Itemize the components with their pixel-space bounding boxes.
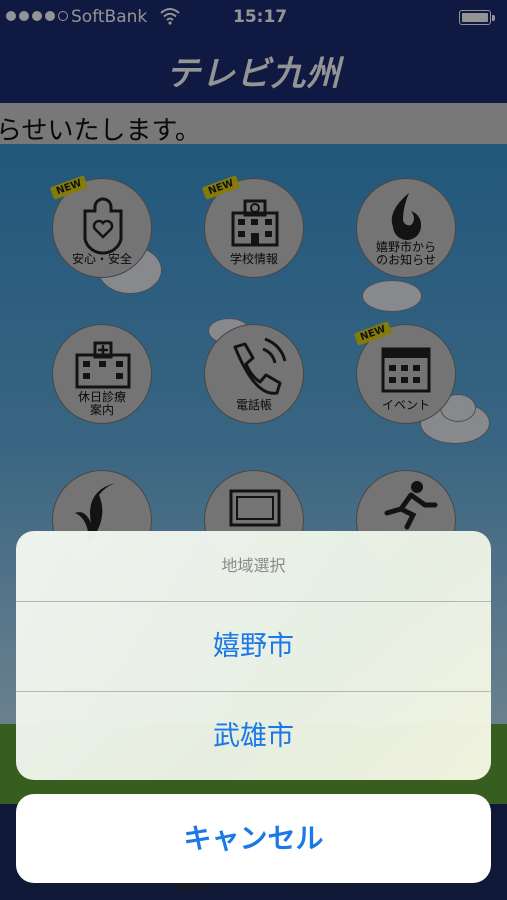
option-takeo-button[interactable]: 武雄市: [16, 691, 491, 780]
option-ureshino-button[interactable]: 嬉野市: [16, 601, 491, 691]
action-sheet-title: 地域選択: [221, 556, 286, 575]
app-screen: SoftBank 15:17 テレビ九州 らせいたします。 安心・安全 NEW …: [0, 0, 507, 900]
cancel-button[interactable]: キャンセル: [16, 794, 491, 883]
region-action-sheet: 地域選択 嬉野市 武雄市: [16, 531, 491, 780]
